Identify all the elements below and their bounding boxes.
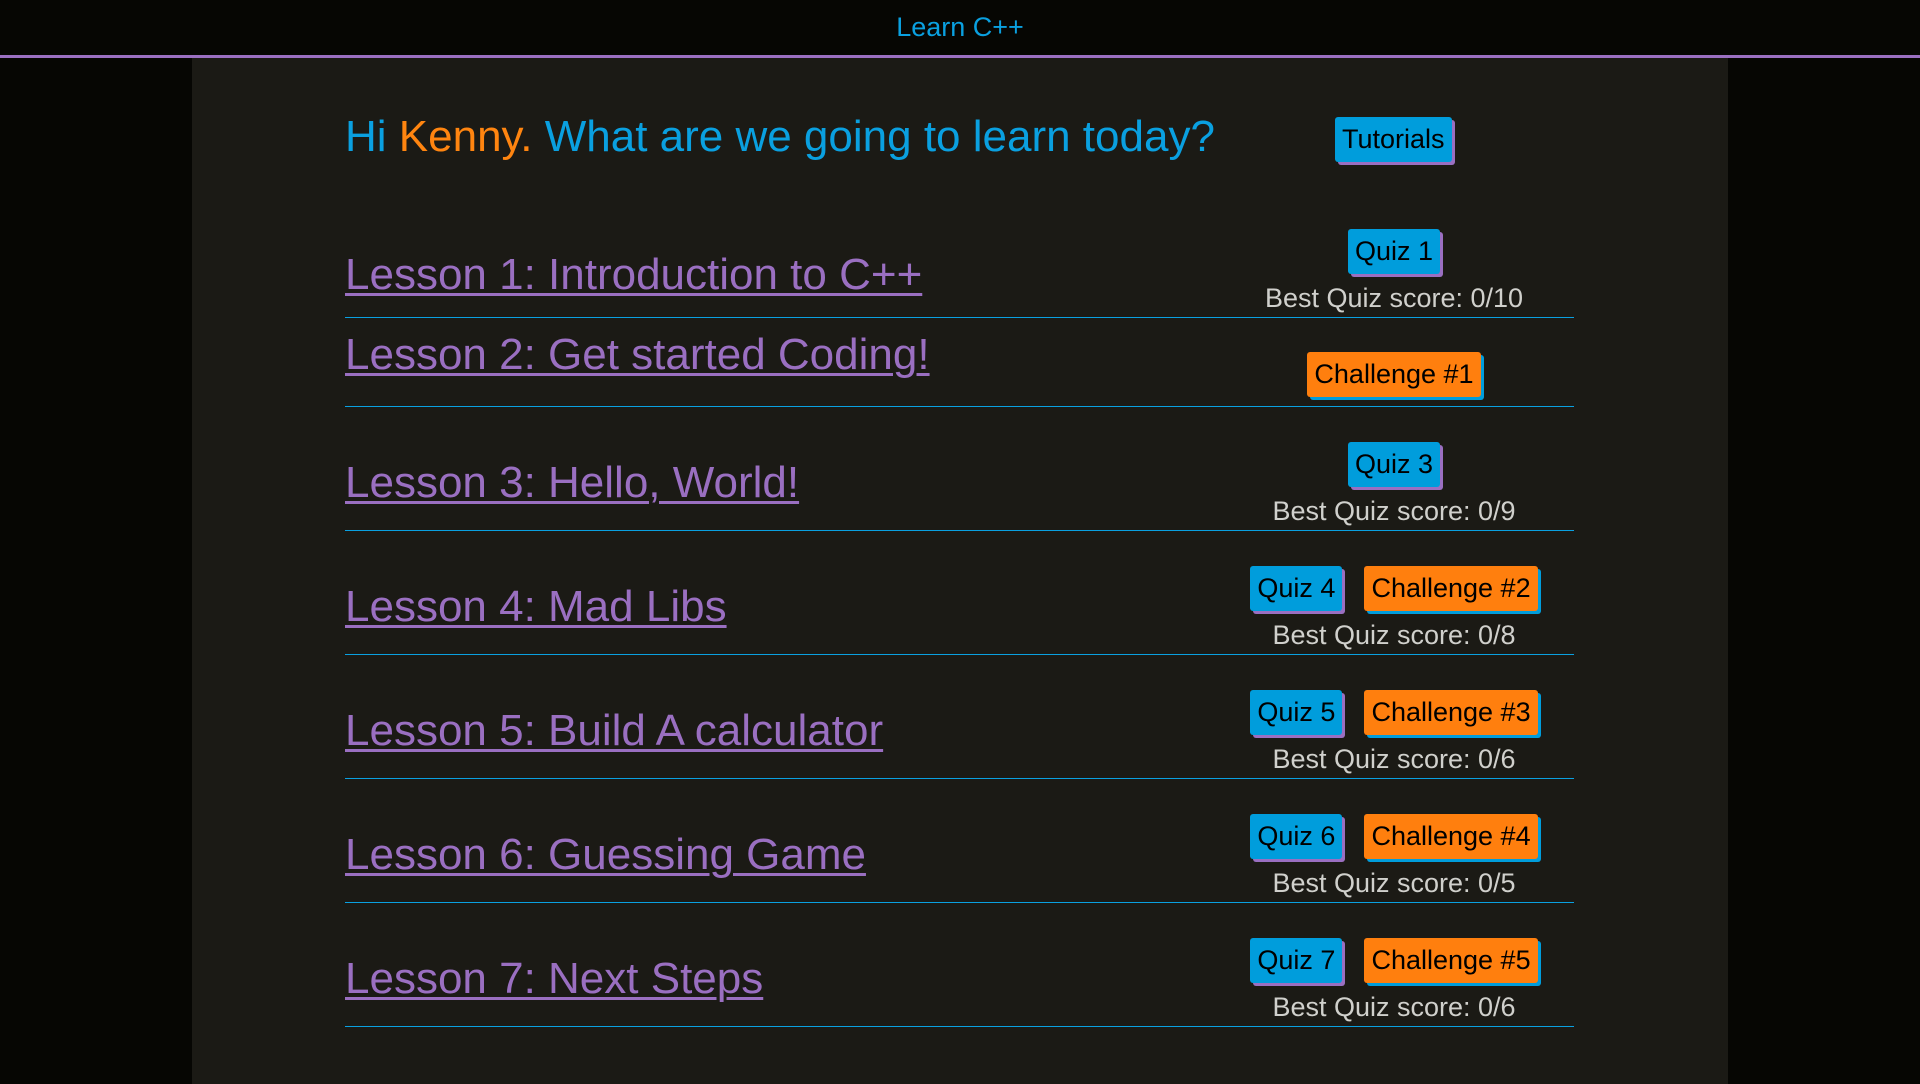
tutorials-button[interactable]: Tutorials <box>1335 117 1452 162</box>
quiz-6-button[interactable]: Quiz 6 <box>1250 814 1343 859</box>
user-name: Kenny. <box>398 111 533 161</box>
quiz-score: Best Quiz score: 0/9 <box>1272 496 1516 526</box>
quiz-3-button[interactable]: Quiz 3 <box>1347 442 1441 487</box>
quiz-score: Best Quiz score: 0/6 <box>1272 992 1516 1022</box>
lesson-row: Lesson 4: Mad Libs Quiz 4 Challenge #2 Bes… <box>345 531 1574 655</box>
challenge-3-button[interactable]: Challenge #3 <box>1364 690 1538 735</box>
main-panel: Hi Kenny. What are we going to learn tod… <box>192 58 1728 1084</box>
quiz-score: Best Quiz score: 0/6 <box>1272 744 1516 774</box>
quiz-4-button[interactable]: Quiz 4 <box>1250 566 1343 611</box>
lesson-link-1[interactable]: Lesson 1: Introduction to C++ <box>345 250 922 300</box>
lesson-list-container: Hi Kenny. What are we going to learn tod… <box>345 58 1574 1027</box>
greeting: Hi Kenny. What are we going to learn tod… <box>345 112 1215 162</box>
lesson-link-6[interactable]: Lesson 6: Guessing Game <box>345 830 866 880</box>
lesson-row: Lesson 6: Guessing Game Quiz 6 Challenge … <box>345 779 1574 903</box>
challenge-2-button[interactable]: Challenge #2 <box>1364 566 1538 611</box>
lesson-link-5[interactable]: Lesson 5: Build A calculator <box>345 706 883 756</box>
challenge-5-button[interactable]: Challenge #5 <box>1364 938 1538 983</box>
quiz-score: Best Quiz score: 0/10 <box>1264 283 1524 313</box>
lesson-row: Lesson 7: Next Steps Quiz 7 Challenge #5 B… <box>345 903 1574 1027</box>
greeting-row: Hi Kenny. What are we going to learn tod… <box>345 58 1574 215</box>
top-nav: Learn C++ <box>0 0 1920 58</box>
lesson-link-2[interactable]: Lesson 2: Get started Coding! <box>345 330 930 380</box>
lesson-link-7[interactable]: Lesson 7: Next Steps <box>345 954 763 1004</box>
lesson-row: Lesson 2: Get started Coding! Challenge … <box>345 318 1574 407</box>
quiz-score: Best Quiz score: 0/5 <box>1272 868 1516 898</box>
challenge-4-button[interactable]: Challenge #4 <box>1364 814 1538 859</box>
quiz-5-button[interactable]: Quiz 5 <box>1250 690 1343 735</box>
greeting-question: What are we going to learn today? <box>532 111 1215 161</box>
lesson-row: Lesson 5: Build A calculator Quiz 5 Chall… <box>345 655 1574 779</box>
lesson-row: Lesson 3: Hello, World! Quiz 3 Best Quiz … <box>345 407 1574 531</box>
lesson-link-3[interactable]: Lesson 3: Hello, World! <box>345 458 799 508</box>
quiz-7-button[interactable]: Quiz 7 <box>1250 938 1343 983</box>
greeting-prefix: Hi <box>345 111 399 161</box>
quiz-score: Best Quiz score: 0/8 <box>1272 620 1516 650</box>
quiz-1-button[interactable]: Quiz 1 <box>1347 229 1441 274</box>
lesson-row: Lesson 1: Introduction to C++ Quiz 1 Best… <box>345 215 1574 318</box>
lesson-link-4[interactable]: Lesson 4: Mad Libs <box>345 582 727 632</box>
brand-link[interactable]: Learn C++ <box>896 12 1024 43</box>
challenge-1-button[interactable]: Challenge #1 <box>1307 352 1481 397</box>
